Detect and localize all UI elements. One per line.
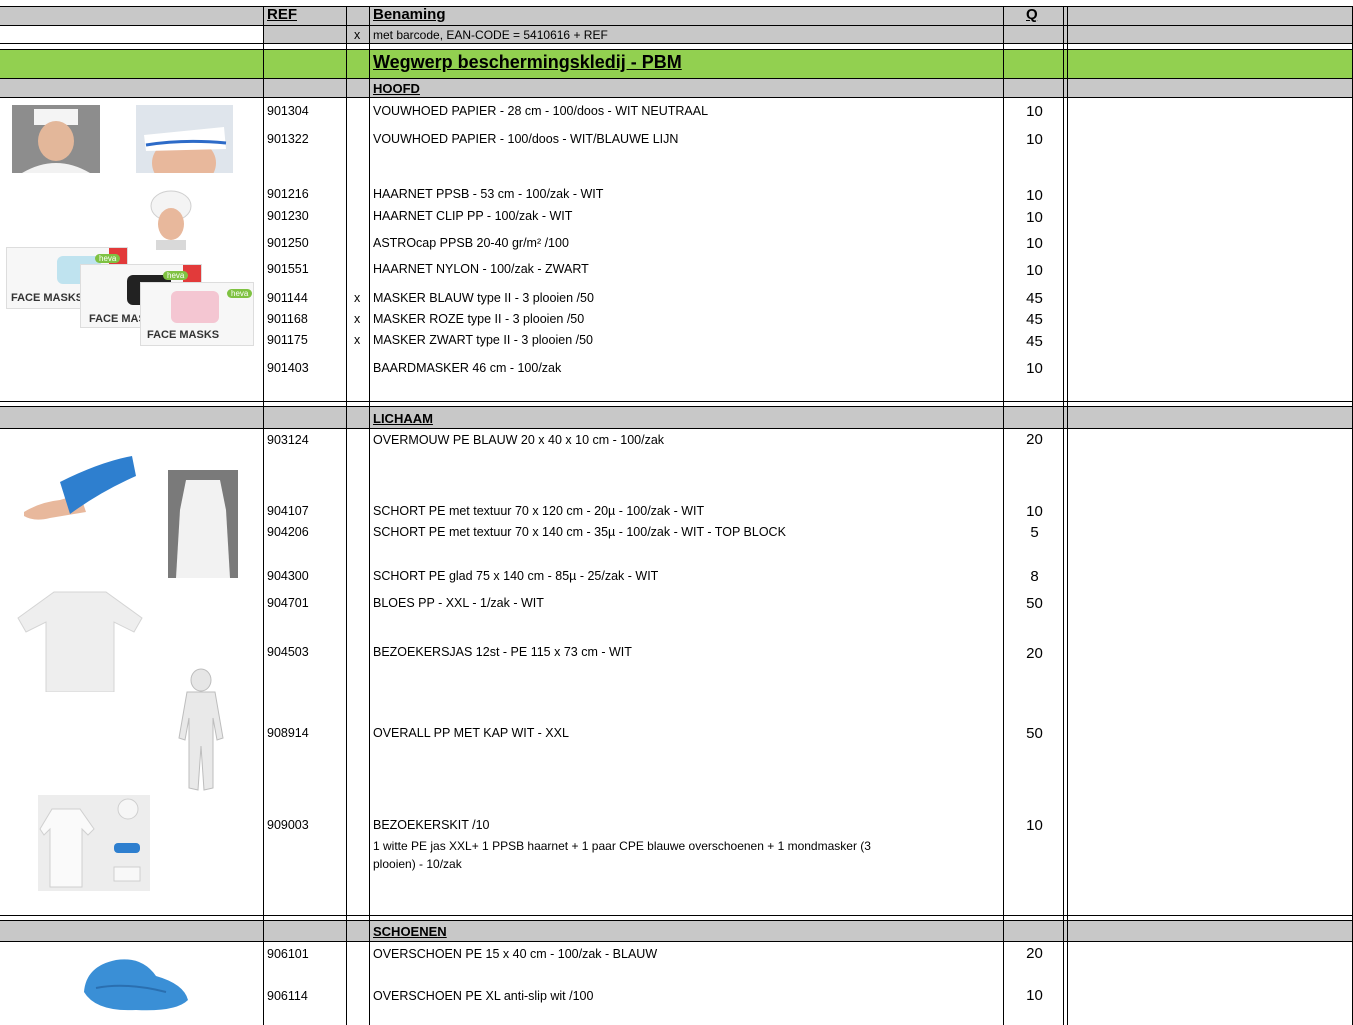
overschoen-photo	[84, 959, 188, 1011]
brand-badge: heva	[163, 271, 189, 280]
column-header-ref: REF	[267, 6, 297, 23]
item-qty: 10	[1026, 503, 1043, 520]
item-ref: 901216	[267, 187, 309, 201]
item-qty: 10	[1026, 103, 1043, 120]
item-ref: 903124	[267, 433, 309, 447]
barcode-mark: x	[354, 28, 361, 42]
item-name: BAARDMASKER 46 cm - 100/zak	[373, 361, 562, 375]
item-name: OVERSCHOEN PE 15 x 40 cm - 100/zak - BLA…	[373, 947, 658, 961]
brand-badge: heva	[95, 254, 121, 263]
item-ref: 909003	[267, 818, 309, 832]
item-name: MASKER ROZE type II - 3 plooien /50	[373, 312, 585, 326]
item-name: SCHORT PE met textuur 70 x 120 cm - 20µ …	[373, 504, 705, 518]
item-name: BEZOEKERSJAS 12st - PE 115 x 73 cm - WIT	[373, 645, 632, 659]
item-qty: 10	[1026, 235, 1043, 252]
item-name: MASKER ZWART type II - 3 plooien /50	[373, 333, 593, 347]
apron-photo	[168, 470, 238, 578]
item-name: HAARNET PPSB - 53 cm - 100/zak - WIT	[373, 187, 604, 201]
item-ref: 901322	[267, 132, 309, 146]
item-qty: 50	[1026, 725, 1043, 742]
item-ref: 901230	[267, 209, 309, 223]
item-mark: x	[354, 312, 361, 326]
item-qty: 10	[1026, 209, 1043, 226]
item-name: MASKER BLAUW type II - 3 plooien /50	[373, 291, 594, 305]
section-title-hoofd: HOOFD	[373, 81, 420, 96]
box-label: FACE MASKS	[11, 292, 84, 304]
item-name: VOUWHOED PAPIER - 28 cm - 100/doos - WIT…	[373, 104, 709, 118]
item-qty: 5	[1030, 524, 1039, 541]
item-ref: 904107	[267, 504, 309, 518]
item-name: OVERALL PP MET KAP WIT - XXL	[373, 726, 569, 740]
bloes-photo	[17, 591, 143, 692]
paper-hat-photo	[12, 105, 100, 173]
item-ref: 901403	[267, 361, 309, 375]
item-ref: 904503	[267, 645, 309, 659]
item-ref: 901304	[267, 104, 309, 118]
bezoekerskit-photo	[38, 795, 150, 891]
item-ref: 904300	[267, 569, 309, 583]
item-name: BLOES PP - XXL - 1/zak - WIT	[373, 596, 544, 610]
item-name: HAARNET CLIP PP - 100/zak - WIT	[373, 209, 573, 223]
overall-photo	[178, 668, 224, 791]
item-name: VOUWHOED PAPIER - 100/doos - WIT/BLAUWE …	[373, 132, 679, 146]
section-band-hoofd	[0, 79, 1353, 97]
item-ref: 901144	[267, 291, 308, 305]
item-ref: 906114	[267, 989, 308, 1003]
hairnet-photo	[150, 190, 192, 250]
item-name: SCHORT PE glad 75 x 140 cm - 85µ - 25/za…	[373, 569, 659, 583]
item-qty: 10	[1026, 187, 1043, 204]
item-ref: 901551	[267, 262, 309, 276]
item-name: SCHORT PE met textuur 70 x 140 cm - 35µ …	[373, 525, 786, 539]
item-qty: 20	[1026, 645, 1043, 662]
item-ref: 901175	[267, 333, 308, 347]
section-title-schoenen: SCHOENEN	[373, 924, 447, 939]
column-header-benaming: Benaming	[373, 6, 446, 23]
item-description: 1 witte PE jas XXL+ 1 PPSB haarnet + 1 p…	[373, 839, 871, 853]
item-qty: 45	[1026, 290, 1043, 307]
item-mark: x	[354, 291, 361, 305]
brand-badge: heva	[227, 289, 253, 298]
item-ref: 904701	[267, 596, 309, 610]
item-name: HAARNET NYLON - 100/zak - ZWART	[373, 262, 589, 276]
item-ref: 908914	[267, 726, 309, 740]
section-band-lichaam	[0, 407, 1353, 428]
item-ref: 904206	[267, 525, 309, 539]
paper-hat-blue-line-photo	[136, 105, 233, 173]
category-title: Wegwerp beschermingskledij - PBM	[373, 52, 682, 72]
item-name: ASTROcap PPSB 20-40 gr/m² /100	[373, 236, 569, 250]
item-name: OVERMOUW PE BLAUW 20 x 40 x 10 cm - 100/…	[373, 433, 665, 447]
item-ref: 906101	[267, 947, 309, 961]
item-qty: 10	[1026, 817, 1043, 834]
section-band-schoenen	[0, 921, 1353, 941]
item-qty: 20	[1026, 431, 1043, 448]
item-qty: 8	[1030, 568, 1039, 585]
item-qty: 20	[1026, 945, 1043, 962]
item-mark: x	[354, 333, 361, 347]
item-qty: 50	[1026, 595, 1043, 612]
item-qty: 10	[1026, 131, 1043, 148]
item-qty: 10	[1026, 360, 1043, 377]
item-name: OVERSCHOEN PE XL anti-slip wit /100	[373, 989, 594, 1003]
item-qty: 45	[1026, 311, 1043, 328]
item-ref: 901250	[267, 236, 309, 250]
mask-box-pink: heva FACE MASKS	[140, 282, 254, 346]
item-qty: 45	[1026, 333, 1043, 350]
item-name: BEZOEKERSKIT /10	[373, 818, 490, 832]
section-title-lichaam: LICHAAM	[373, 411, 433, 426]
item-qty: 10	[1026, 262, 1043, 279]
barcode-note: met barcode, EAN-CODE = 5410616 + REF	[373, 28, 608, 42]
item-qty: 10	[1026, 987, 1043, 1004]
header-band	[0, 6, 1353, 26]
box-label: FACE MASKS	[147, 329, 220, 341]
column-header-q: Q	[1026, 6, 1038, 23]
item-description: plooien) - 10/zak	[373, 857, 462, 871]
overmouw-photo	[24, 456, 136, 520]
item-ref: 901168	[267, 312, 308, 326]
